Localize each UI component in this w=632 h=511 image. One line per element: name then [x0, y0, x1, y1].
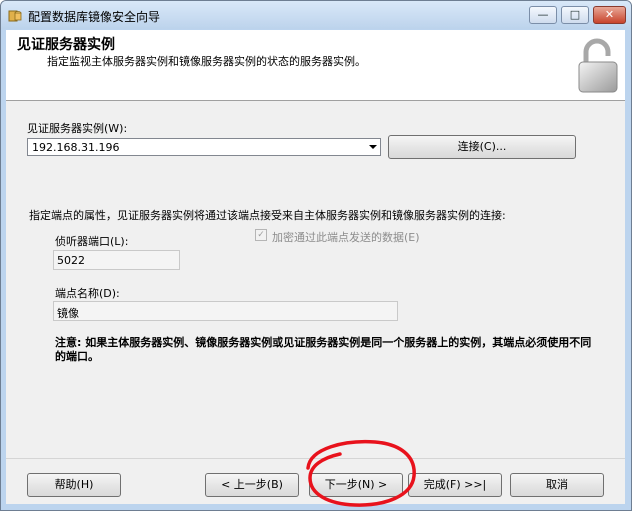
footer-divider: [6, 458, 625, 459]
title-bar[interactable]: 配置数据库镜像安全向导 — □ ✕: [1, 1, 631, 29]
connect-button[interactable]: 连接(C)...: [388, 135, 576, 159]
window-title: 配置数据库镜像安全向导: [28, 10, 161, 24]
witness-server-value: 192.168.31.196: [32, 141, 120, 154]
close-button[interactable]: ✕: [593, 6, 626, 24]
database-wizard-icon: [8, 10, 22, 22]
encrypt-label: 加密通过此端点发送的数据(E): [272, 231, 420, 244]
endpoint-name-label: 端点名称(D):: [55, 287, 120, 300]
listener-port-field[interactable]: 5022: [53, 250, 180, 270]
endpoint-name-field[interactable]: 镜像: [53, 301, 398, 321]
page-subtitle: 指定监视主体服务器实例和镜像服务器实例的状态的服务器实例。: [47, 55, 366, 68]
encrypt-checkbox[interactable]: ✓: [255, 229, 267, 241]
maximize-button[interactable]: □: [561, 6, 589, 24]
page-title: 见证服务器实例: [17, 37, 115, 53]
help-button[interactable]: 帮助(H): [27, 473, 121, 497]
wizard-window: 配置数据库镜像安全向导 — □ ✕ 见证服务器实例 指定监视主体服务器实例和镜像…: [0, 0, 632, 511]
wizard-header: 见证服务器实例 指定监视主体服务器实例和镜像服务器实例的状态的服务器实例。: [6, 30, 625, 101]
finish-button[interactable]: 完成(F) >>|: [408, 473, 502, 497]
back-button[interactable]: < 上一步(B): [205, 473, 299, 497]
lock-icon: [578, 38, 618, 93]
cancel-button[interactable]: 取消: [510, 473, 604, 497]
chevron-down-icon: [369, 145, 377, 149]
next-button[interactable]: 下一步(N) >: [309, 473, 403, 497]
wizard-body: 见证服务器实例 指定监视主体服务器实例和镜像服务器实例的状态的服务器实例。 见证…: [6, 30, 625, 504]
listener-port-label: 侦听器端口(L):: [55, 235, 129, 248]
witness-label: 见证服务器实例(W):: [27, 122, 128, 135]
minimize-button[interactable]: —: [529, 6, 557, 24]
witness-server-select[interactable]: 192.168.31.196: [27, 138, 381, 156]
port-note: 注意: 如果主体服务器实例、镜像服务器实例或见证服务器实例是同一个服务器上的实例…: [55, 336, 592, 363]
endpoint-description: 指定端点的属性，见证服务器实例将通过该端点接受来自主体服务器实例和镜像服务器实例…: [29, 209, 506, 222]
